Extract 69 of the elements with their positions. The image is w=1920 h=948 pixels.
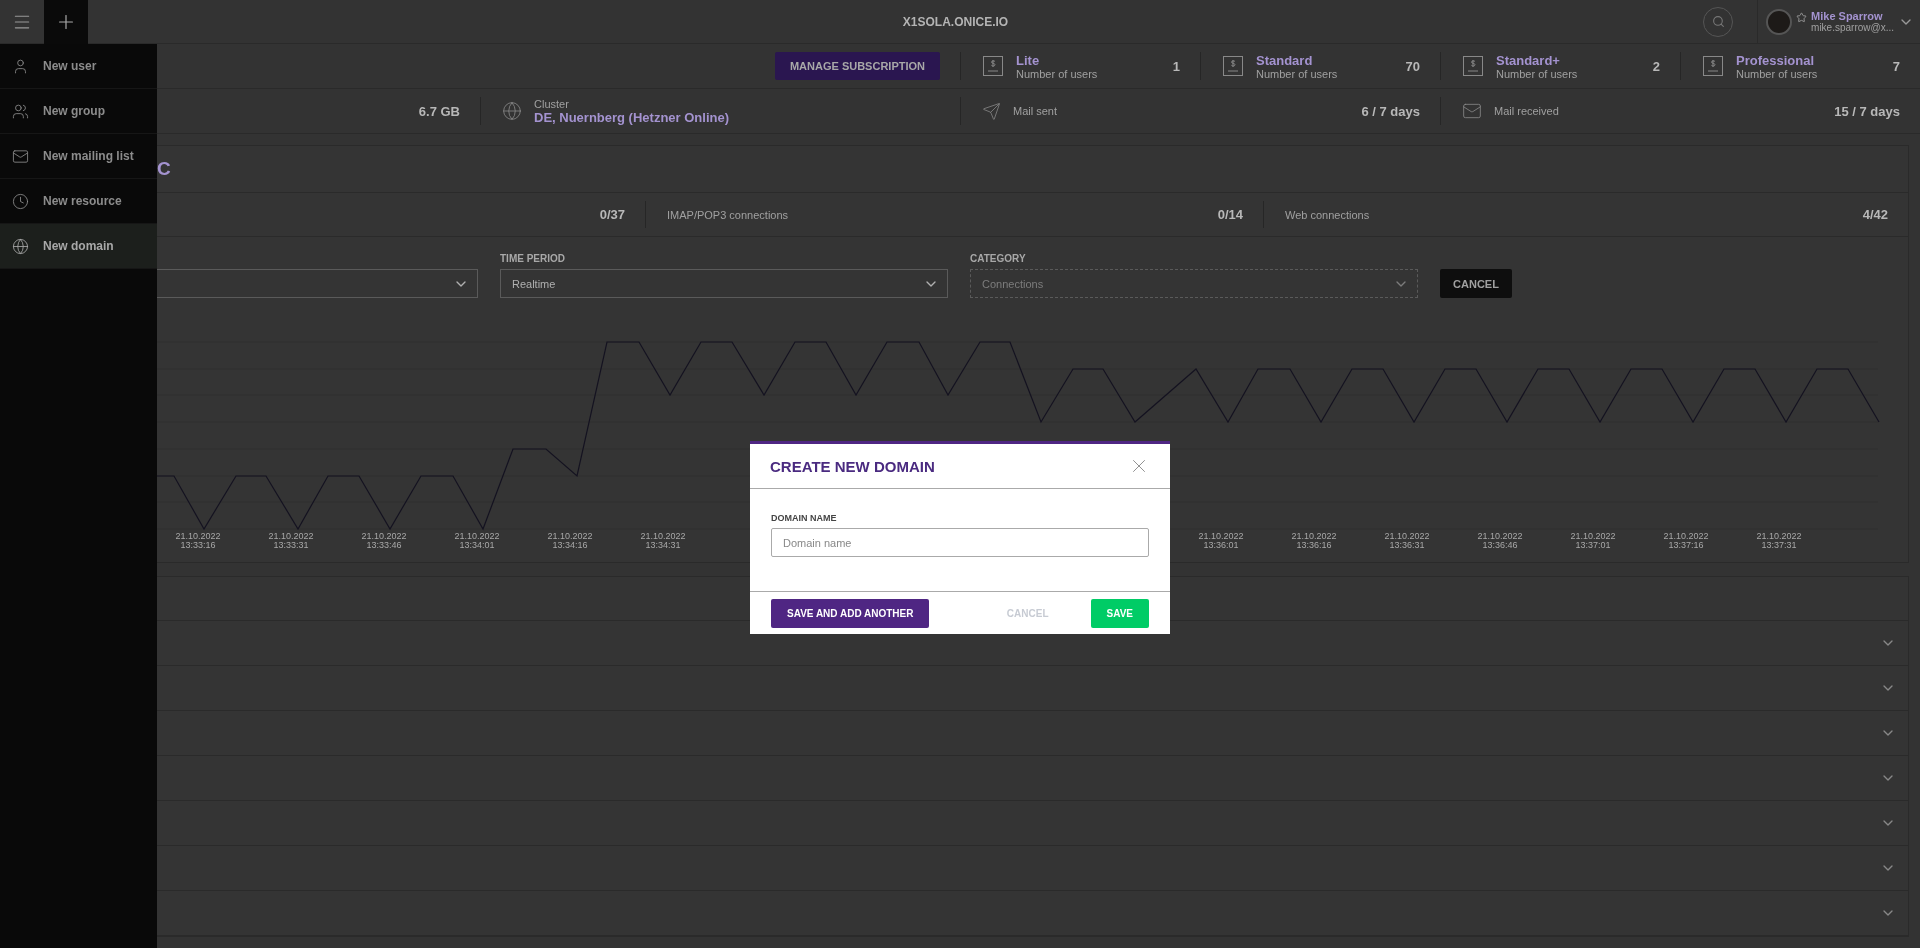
plan-caption: Number of users (1496, 67, 1579, 80)
user-email: mike.sparrow@x... (1811, 22, 1894, 33)
plan-name: Standard (1256, 52, 1314, 68)
field-label: TIME PERIOD (500, 253, 566, 264)
time-axis-label: 21.10.2022 13:36:31 (1384, 531, 1430, 550)
select-field[interactable]: Realtime (500, 269, 948, 298)
globe-icon (502, 101, 522, 121)
user-name: Mike Sparrow (1811, 10, 1883, 22)
time-axis-label: 21.10.2022 13:34:31 (640, 531, 686, 550)
envelope-icon (1462, 101, 1482, 121)
user-count: 1 (1172, 58, 1180, 74)
plan-name: Standard+ (1496, 52, 1561, 68)
user-icon (12, 57, 29, 75)
time-axis-label: 21.10.2022 13:36:16 (1291, 531, 1337, 550)
time-axis-label: 21.10.2022 13:33:31 (268, 531, 314, 550)
license-icon (1462, 55, 1484, 77)
time-axis-label: 21.10.2022 13:33:16 (175, 531, 221, 550)
connection-value: 0/14 (1217, 207, 1243, 222)
time-axis-label: 21.10.2022 13:34:16 (547, 531, 593, 550)
plan-caption: Number of users (1736, 67, 1819, 80)
plan-caption: Number of users (1016, 67, 1099, 80)
dialog-title: CREATE NEW DOMAIN (770, 457, 935, 475)
paper-plane-icon (982, 101, 1001, 121)
plan-name: Professional (1736, 52, 1816, 68)
plan-name: Lite (1016, 52, 1041, 68)
star-icon (1796, 11, 1808, 23)
mail-value: 15 / 7 days (1834, 103, 1900, 119)
search-icon (1711, 15, 1725, 28)
cluster-value: DE, Nuernberg (Hetzner Online) (534, 109, 731, 125)
add-button[interactable] (44, 0, 88, 44)
manage-subscription-button[interactable]: MANAGE SUBSCRIPTION (774, 52, 940, 80)
time-axis-label: 21.10.2022 13:37:31 (1756, 531, 1802, 550)
users-icon (12, 102, 29, 120)
cluster-label: Cluster (534, 97, 570, 110)
user-count: 7 (1892, 58, 1900, 74)
save-and-add-button[interactable]: SAVE AND ADD ANOTHER (771, 599, 930, 628)
globe-icon (12, 237, 29, 255)
user-count: 70 (1405, 58, 1420, 74)
license-icon (1222, 55, 1244, 77)
card-heading: C (157, 158, 171, 180)
mail-label: Mail received (1494, 105, 1560, 117)
time-axis-label: 21.10.2022 13:36:46 (1477, 531, 1523, 550)
clock-icon (12, 192, 29, 210)
envelope-icon (12, 147, 29, 165)
cancel-button[interactable]: CANCEL (1440, 269, 1512, 298)
time-axis-label: 21.10.2022 13:34:01 (454, 531, 500, 550)
time-axis-label: 21.10.2022 13:37:16 (1663, 531, 1709, 550)
connection-value: 0/37 (599, 207, 625, 222)
time-axis-label: 21.10.2022 13:37:01 (1570, 531, 1616, 550)
domain-name-field[interactable]: Domain name (771, 528, 1149, 557)
license-icon (982, 55, 1004, 77)
connection-label: Web connections (1285, 208, 1370, 221)
connection-label: IMAP/POP3 connections (667, 208, 789, 221)
time-axis-label: 21.10.2022 13:33:46 (361, 531, 407, 550)
time-axis-label: 21.10.2022 13:36:01 (1198, 531, 1244, 550)
site-title: X1SOLA.ONICE.IO (901, 14, 1010, 29)
mail-label: Mail sent (1013, 105, 1059, 117)
plan-caption: Number of users (1256, 67, 1339, 80)
user-count: 2 (1652, 58, 1660, 74)
connection-value: 4/42 (1862, 207, 1888, 222)
field-label: DOMAIN NAME (771, 513, 838, 523)
select-field[interactable] (157, 269, 478, 298)
mail-value: 6 / 7 days (1361, 103, 1420, 119)
storage-value: 6.7 GB (418, 103, 460, 119)
avatar (1766, 8, 1793, 35)
menu-item[interactable]: New domain (0, 224, 157, 269)
field-label: CATEGORY (970, 253, 1027, 264)
user-menu[interactable]: Mike Sparrow mike.sparrow@x... (1757, 0, 1920, 44)
license-icon (1702, 55, 1724, 77)
